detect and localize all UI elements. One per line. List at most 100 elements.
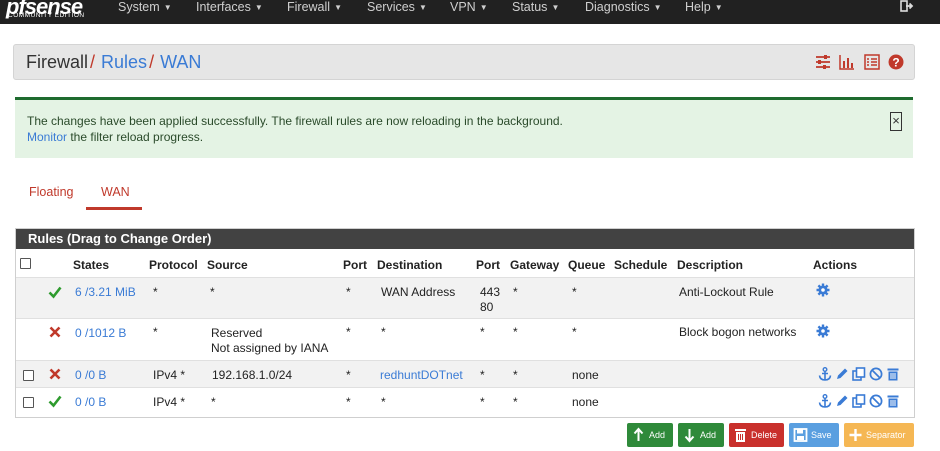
nav-services[interactable]: Services ▼ — [367, 0, 427, 14]
dest-port-cell-2: 80 — [480, 300, 494, 314]
save-button[interactable]: Save — [789, 423, 839, 447]
nav-vpn[interactable]: VPN ▼ — [450, 0, 488, 14]
alert-message: The changes have been applied successful… — [27, 114, 563, 128]
svg-text:?: ? — [892, 56, 899, 70]
arrow-down-icon — [684, 429, 695, 443]
nav-vpn-label: VPN — [450, 0, 476, 14]
disable-icon[interactable] — [869, 367, 883, 381]
block-x-icon — [49, 326, 61, 338]
table-row[interactable]: 0 /1012 B * Reserved Not assigned by IAN… — [16, 318, 914, 361]
queue-cell: none — [572, 368, 599, 382]
table-row[interactable]: 0 /0 B IPv4 * 192.168.1.0/24 * redhuntDO… — [16, 360, 914, 388]
chevron-down-icon: ▼ — [163, 2, 172, 12]
success-alert: The changes have been applied successful… — [15, 97, 913, 158]
queue-cell: none — [572, 395, 599, 409]
gear-icon[interactable] — [816, 283, 830, 297]
gateway-cell: * — [513, 368, 518, 382]
monitor-link[interactable]: Monitor — [27, 130, 67, 144]
nav-interfaces[interactable]: Interfaces ▼ — [196, 0, 263, 14]
bar-chart-icon[interactable] — [839, 54, 855, 70]
nav-services-label: Services — [367, 0, 415, 14]
destination-cell: * — [381, 325, 386, 339]
gear-icon[interactable] — [816, 324, 830, 338]
col-source: Source — [207, 258, 248, 272]
anchor-icon[interactable] — [818, 394, 832, 408]
anchor-icon[interactable] — [818, 367, 832, 381]
help-icon[interactable]: ? — [888, 54, 904, 70]
port-cell: * — [346, 395, 351, 409]
chevron-down-icon: ▼ — [334, 2, 342, 12]
gateway-cell: * — [513, 325, 518, 339]
panel-title: Rules (Drag to Change Order) — [16, 229, 914, 249]
chevron-down-icon: ▼ — [479, 2, 488, 12]
nav-firewall[interactable]: Firewall ▼ — [287, 0, 342, 14]
select-all-checkbox[interactable] — [20, 258, 31, 269]
breadcrumb-separator: / — [149, 52, 155, 72]
copy-icon[interactable] — [852, 367, 866, 381]
pfsense-logo[interactable]: pfsense COMMUNITY EDITION — [6, 0, 98, 24]
nav-status-label: Status — [512, 0, 548, 14]
table-row[interactable]: 0 /0 B IPv4 * * * * * * none — [16, 387, 914, 415]
nav-system[interactable]: System ▼ — [118, 0, 172, 14]
trash-icon[interactable] — [886, 367, 900, 381]
delete-label: Delete — [751, 430, 778, 440]
active-tab-indicator — [86, 207, 142, 210]
separator-button[interactable]: Separator — [844, 423, 914, 447]
page-shortcuts: ? — [811, 54, 904, 70]
add-top-button[interactable]: Add — [627, 423, 673, 447]
protocol-cell: * — [153, 285, 158, 299]
rules-panel: Rules (Drag to Change Order) States Prot… — [15, 228, 915, 418]
top-navbar: pfsense COMMUNITY EDITION System ▼ Interf… — [0, 0, 940, 24]
dest-port-cell: * — [480, 395, 485, 409]
col-description: Description — [677, 258, 744, 272]
chevron-down-icon: ▼ — [714, 2, 723, 12]
breadcrumb-wan[interactable]: WAN — [160, 52, 201, 72]
nav-firewall-label: Firewall — [287, 0, 331, 14]
destination-cell: * — [381, 395, 386, 409]
logout-icon[interactable] — [900, 0, 914, 13]
chevron-down-icon: ▼ — [653, 2, 662, 12]
list-icon[interactable] — [863, 54, 880, 70]
nav-status[interactable]: Status ▼ — [512, 0, 559, 14]
nav-system-label: System — [118, 0, 160, 14]
save-label: Save — [811, 430, 832, 440]
chevron-down-icon: ▼ — [418, 2, 427, 12]
disable-icon[interactable] — [869, 394, 883, 408]
source-cell-2: Not assigned by IANA — [211, 341, 329, 355]
states-link[interactable]: 6 /3.21 MiB — [75, 285, 136, 299]
trash-icon[interactable] — [886, 394, 900, 408]
breadcrumb-separator: / — [90, 52, 96, 72]
states-link[interactable]: 0 /0 B — [75, 368, 106, 382]
tab-wan[interactable]: WAN — [101, 185, 130, 199]
states-link[interactable]: 0 /0 B — [75, 395, 106, 409]
source-cell: * — [211, 395, 216, 409]
col-states: States — [73, 258, 110, 272]
delete-button[interactable]: Delete — [729, 423, 784, 447]
destination-alias-link[interactable]: redhuntDOTnet — [380, 368, 463, 382]
nav-help[interactable]: Help ▼ — [685, 0, 723, 14]
row-checkbox[interactable] — [23, 370, 34, 381]
sliders-icon[interactable] — [815, 54, 831, 70]
breadcrumb-panel: Firewall / Rules / WAN ? — [13, 44, 915, 80]
protocol-cell: * — [153, 325, 158, 339]
col-gateway: Gateway — [510, 258, 560, 272]
add-bottom-button[interactable]: Add — [678, 423, 724, 447]
pencil-icon[interactable] — [835, 367, 849, 381]
separator-label: Separator — [866, 430, 906, 440]
col-dest-port: Port — [476, 258, 500, 272]
pencil-icon[interactable] — [835, 394, 849, 408]
row-checkbox[interactable] — [23, 397, 34, 408]
col-port: Port — [343, 258, 367, 272]
copy-icon[interactable] — [852, 394, 866, 408]
tab-floating[interactable]: Floating — [29, 185, 73, 199]
trash-icon — [735, 429, 746, 442]
nav-diagnostics[interactable]: Diagnostics ▼ — [585, 0, 662, 14]
table-row[interactable]: 6 /3.21 MiB * * * WAN Address 443 80 * *… — [16, 277, 914, 319]
breadcrumb-rules[interactable]: Rules — [101, 52, 147, 72]
gateway-cell: * — [513, 395, 518, 409]
logo-edition: COMMUNITY EDITION — [8, 12, 85, 19]
close-icon[interactable]: × — [890, 112, 902, 131]
states-link[interactable]: 0 /1012 B — [75, 326, 126, 340]
destination-cell: WAN Address — [381, 285, 456, 299]
nav-help-label: Help — [685, 0, 711, 14]
